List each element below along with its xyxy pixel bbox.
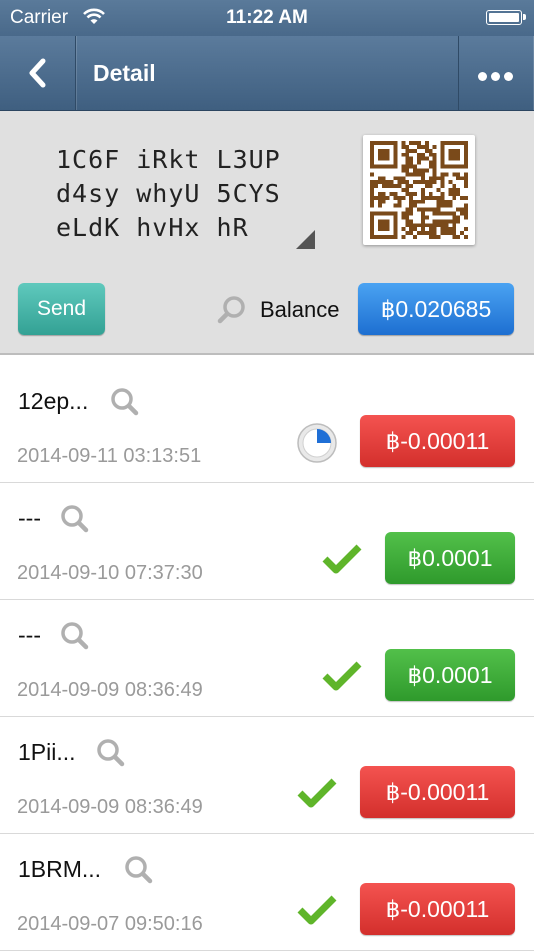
search-icon[interactable] (94, 737, 126, 769)
qr-code[interactable] (363, 135, 475, 245)
search-icon[interactable] (216, 294, 248, 326)
transaction-row[interactable]: 12ep... 2014-09-11 03:13:51 ฿-0.00011 (0, 366, 534, 483)
battery-icon (486, 10, 526, 25)
send-button[interactable]: Send (18, 283, 105, 335)
transaction-title: 1BRM... (18, 856, 102, 882)
address-line: eLdK hvHx hR (56, 213, 249, 242)
chevron-left-icon (29, 58, 46, 88)
more-dots-icon (478, 68, 517, 86)
search-icon[interactable] (122, 854, 154, 886)
transaction-amount[interactable]: ฿0.0001 (385, 649, 515, 701)
search-icon[interactable] (58, 620, 90, 652)
navigation-bar: Detail (0, 36, 534, 111)
checkmark-icon (322, 544, 362, 574)
back-button[interactable] (0, 36, 76, 110)
transaction-row[interactable]: 1BRM... 2014-09-07 09:50:16 ฿-0.00011 (0, 834, 534, 951)
bitcoin-address[interactable]: 1C6F iRkt L3UP d4sy whyU 5CYS eLdK hvHx … (56, 143, 281, 245)
checkmark-icon (297, 895, 337, 925)
transaction-amount[interactable]: ฿0.0001 (385, 532, 515, 584)
transaction-row[interactable]: 1Pii... 2014-09-09 08:36:49 ฿-0.00011 (0, 717, 534, 834)
transaction-date: 2014-09-09 08:36:49 (17, 796, 203, 818)
balance-button[interactable]: ฿0.020685 (358, 283, 514, 335)
search-icon[interactable] (108, 386, 140, 418)
transaction-date: 2014-09-10 07:37:30 (17, 562, 203, 584)
search-icon[interactable] (58, 503, 90, 535)
checkmark-icon (297, 778, 337, 808)
clock: 11:22 AM (226, 7, 308, 28)
transaction-title: --- (18, 505, 41, 531)
transaction-date: 2014-09-07 09:50:16 (17, 913, 203, 935)
checkmark-icon (322, 661, 362, 691)
address-header: 1C6F iRkt L3UP d4sy whyU 5CYS eLdK hvHx … (0, 111, 534, 355)
address-line: 1C6F iRkt L3UP (56, 145, 281, 174)
transaction-title: 12ep... (18, 388, 89, 414)
transaction-title: --- (18, 622, 41, 648)
transaction-date: 2014-09-11 03:13:51 (17, 445, 202, 467)
balance-label: Balance (260, 297, 340, 322)
transaction-title: 1Pii... (18, 739, 76, 765)
expand-corner-icon[interactable] (296, 230, 315, 249)
page-title: Detail (93, 60, 156, 86)
status-bar: Carrier 11:22 AM (0, 0, 534, 36)
pending-progress-icon (297, 423, 337, 463)
address-line: d4sy whyU 5CYS (56, 179, 281, 208)
transaction-amount[interactable]: ฿-0.00011 (360, 415, 515, 467)
transaction-date: 2014-09-09 08:36:49 (17, 679, 203, 701)
transaction-row[interactable]: --- 2014-09-10 07:37:30 ฿0.0001 (0, 483, 534, 600)
more-button[interactable] (458, 36, 534, 110)
transaction-amount[interactable]: ฿-0.00011 (360, 766, 515, 818)
transaction-amount[interactable]: ฿-0.00011 (360, 883, 515, 935)
transaction-row[interactable]: --- 2014-09-09 08:36:49 ฿0.0001 (0, 600, 534, 717)
